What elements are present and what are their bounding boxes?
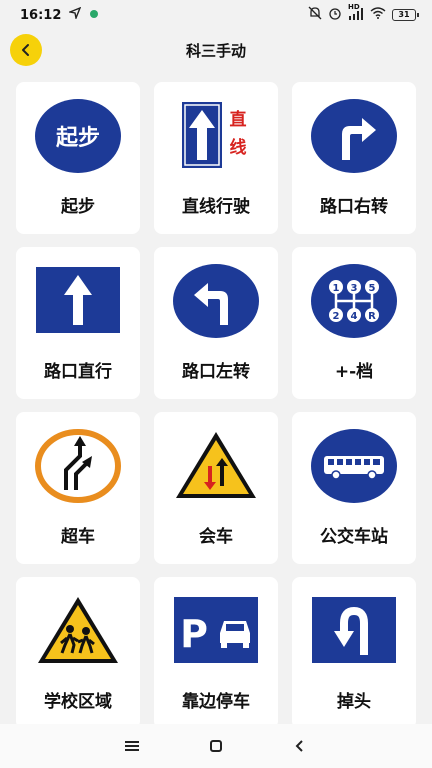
card-right-turn[interactable]: 路口右转 [292, 82, 416, 234]
signal-icon: HD [348, 3, 364, 23]
gear-label: 3 [351, 283, 358, 294]
card-label: 会车 [199, 527, 233, 547]
card-label: 掉头 [337, 692, 371, 712]
system-nav-bar [0, 724, 432, 768]
left-turn-sign-icon [173, 264, 259, 338]
card-school-zone[interactable]: 学校区域 [16, 577, 140, 729]
gear-label: 5 [369, 283, 376, 294]
u-turn-sign-icon [312, 597, 396, 663]
overtake-sign-icon [35, 429, 121, 503]
card-label: 靠边停车 [182, 692, 250, 712]
mute-icon [308, 6, 322, 24]
card-label: 学校区域 [44, 692, 112, 712]
card-meet-vehicle[interactable]: 会车 [154, 412, 278, 564]
card-straight-drive[interactable]: 直 线 直线行驶 [154, 82, 278, 234]
page-title: 科三手动 [185, 41, 246, 60]
card-label: 路口直行 [44, 362, 112, 382]
card-label: 公交车站 [320, 527, 388, 547]
menu-icon [125, 741, 139, 751]
card-bus-stop[interactable]: 公交车站 [292, 412, 416, 564]
right-turn-sign-icon [311, 99, 397, 173]
card-go-straight[interactable]: 路口直行 [16, 247, 140, 399]
back-nav-button[interactable] [288, 734, 312, 758]
home-square-icon [210, 740, 222, 752]
app-notification-icon [89, 8, 99, 23]
wifi-icon [370, 7, 386, 23]
header: 科三手动 [0, 30, 432, 70]
straight-lane-sign-icon: 直 线 [182, 102, 247, 168]
network-label: HD [348, 3, 360, 11]
alarm-icon [328, 6, 342, 24]
start-sign-text: 起步 [55, 125, 100, 151]
straight-sign-text-1: 直 [230, 109, 247, 130]
home-button[interactable] [204, 734, 228, 758]
gear-label: 2 [333, 311, 340, 322]
location-icon [67, 6, 82, 23]
back-button[interactable] [10, 34, 42, 66]
back-triangle-icon [295, 740, 303, 752]
battery-indicator: 31 [392, 9, 419, 21]
menu-button[interactable] [120, 734, 144, 758]
gear-shift-sign-icon: 1 3 5 2 4 R [311, 264, 397, 338]
straight-sign-text-2: 线 [230, 137, 247, 158]
gear-label: R [368, 311, 376, 322]
card-label: 路口右转 [320, 197, 388, 217]
status-time: 16:12 [20, 7, 62, 23]
gear-label: 4 [351, 311, 358, 322]
card-start[interactable]: 起步 起步 [16, 82, 140, 234]
card-label: 起步 [61, 197, 95, 217]
parking-sign-icon: P [174, 597, 258, 663]
card-pull-over[interactable]: P 靠边停车 [154, 577, 278, 729]
card-left-turn[interactable]: 路口左转 [154, 247, 278, 399]
card-gear-shift[interactable]: 1 3 5 2 4 R +-档 [292, 247, 416, 399]
card-label: 直线行驶 [182, 197, 250, 217]
card-overtake[interactable]: 超车 [16, 412, 140, 564]
card-label: +-档 [334, 362, 374, 382]
card-label: 超车 [61, 527, 95, 547]
bus-sign-icon [311, 429, 397, 503]
parking-sign-text: P [180, 612, 208, 656]
school-zone-sign-icon [38, 597, 118, 663]
start-sign-icon: 起步 [35, 99, 121, 173]
card-label: 路口左转 [182, 362, 250, 382]
gear-label: 1 [333, 283, 340, 294]
chevron-left-icon [22, 44, 29, 56]
go-straight-sign-icon [36, 267, 120, 333]
maneuver-grid: 起步 起步 直 线 直线行驶 路口右转 路口直行 路口左转 1 3 5 2 4 … [16, 82, 418, 729]
card-u-turn[interactable]: 掉头 [292, 577, 416, 729]
oncoming-traffic-sign-icon [176, 432, 256, 498]
status-bar: 16:12 HD 31 [0, 0, 432, 30]
